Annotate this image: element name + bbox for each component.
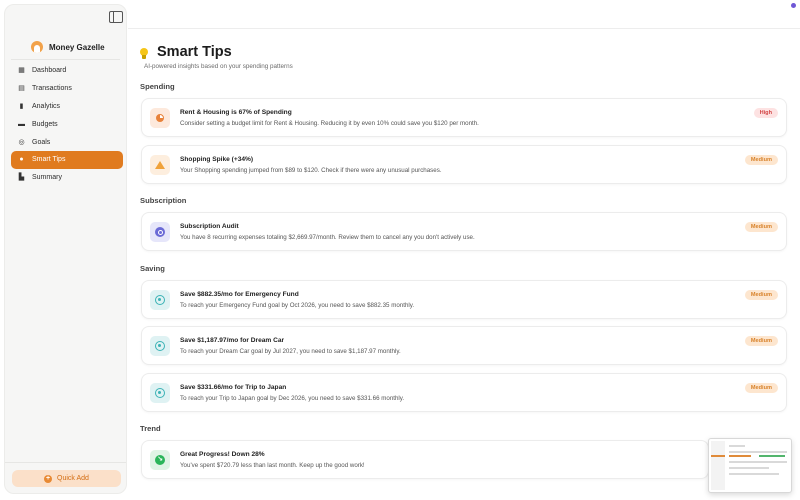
sidebar-toggle-icon[interactable] bbox=[109, 11, 123, 23]
thumbnail-line bbox=[759, 455, 785, 457]
gazelle-logo-icon bbox=[31, 41, 43, 53]
wallet-icon: ▬ bbox=[18, 120, 25, 128]
thumbnail-line bbox=[711, 455, 725, 457]
lightbulb-icon: ● bbox=[19, 156, 24, 164]
thumbnail-line bbox=[729, 445, 745, 447]
sidebar-item-label: Transactions bbox=[32, 85, 72, 93]
thumbnail-sidebar bbox=[711, 441, 725, 490]
priority-badge: Medium bbox=[744, 383, 778, 393]
sidebar: Money Gazelle ▦ Dashboard ▤ Transactions… bbox=[4, 4, 127, 494]
priority-badge: Medium bbox=[744, 222, 778, 232]
tip-card[interactable]: Save $882.35/mo for Emergency Fund To re… bbox=[141, 280, 787, 319]
tip-card[interactable]: Subscription Audit You have 8 recurring … bbox=[141, 212, 787, 251]
tip-title: Rent & Housing is 67% of Spending bbox=[180, 109, 292, 116]
grid-icon: ▦ bbox=[18, 67, 25, 75]
divider bbox=[5, 462, 126, 463]
tip-description: You have 8 recurring expenses totaling $… bbox=[180, 234, 475, 241]
priority-badge: Medium bbox=[744, 336, 778, 346]
section-title-spending: Spending bbox=[140, 82, 175, 91]
section-title-subscription: Subscription bbox=[140, 196, 187, 205]
sidebar-item-label: Budgets bbox=[32, 120, 58, 128]
priority-badge: Medium bbox=[744, 155, 778, 165]
tip-title: Shopping Spike (+34%) bbox=[180, 156, 254, 163]
section-title-trend: Trend bbox=[140, 424, 161, 433]
pie-chart-icon bbox=[150, 108, 170, 128]
tip-description: Consider setting a budget limit for Rent… bbox=[180, 120, 479, 127]
sidebar-item-budgets[interactable]: ▬ Budgets bbox=[11, 115, 123, 133]
bar-chart-icon: ▮ bbox=[19, 102, 24, 110]
sidebar-item-analytics[interactable]: ▮ Analytics bbox=[11, 98, 123, 116]
sidebar-item-label: Summary bbox=[32, 174, 62, 182]
sidebar-item-goals[interactable]: ◎ Goals bbox=[11, 133, 123, 151]
app-name: Money Gazelle bbox=[49, 42, 105, 52]
thumbnail-line bbox=[729, 461, 787, 463]
thumbnail-line bbox=[729, 455, 751, 457]
thumbnail-line bbox=[729, 467, 769, 469]
sidebar-item-summary[interactable]: ▙ Summary bbox=[11, 169, 123, 187]
receipt-icon: ▤ bbox=[18, 85, 25, 93]
page-subtitle: AI-powered insights based on your spendi… bbox=[144, 63, 293, 70]
status-dot-icon bbox=[791, 3, 796, 8]
divider bbox=[11, 59, 120, 60]
target-icon bbox=[150, 290, 170, 310]
sidebar-item-transactions[interactable]: ▤ Transactions bbox=[11, 80, 123, 98]
tip-card[interactable]: Shopping Spike (+34%) Your Shopping spen… bbox=[141, 145, 787, 184]
tip-title: Save $331.66/mo for Trip to Japan bbox=[180, 384, 287, 391]
lightbulb-icon bbox=[140, 48, 148, 59]
target-icon bbox=[150, 383, 170, 403]
screenshot-thumbnail[interactable] bbox=[708, 438, 792, 493]
thumbnail-line bbox=[729, 451, 787, 453]
sidebar-item-dashboard[interactable]: ▦ Dashboard bbox=[11, 62, 123, 80]
sidebar-item-label: Analytics bbox=[32, 102, 61, 110]
tip-card[interactable]: Save $1,187.97/mo for Dream Car To reach… bbox=[141, 326, 787, 365]
tip-description: You've spent $720.79 less than last mont… bbox=[180, 462, 365, 469]
sidebar-item-label: Dashboard bbox=[32, 67, 67, 75]
priority-badge: High bbox=[753, 108, 778, 118]
target-icon bbox=[150, 336, 170, 356]
quick-add-label: Quick Add bbox=[57, 475, 89, 482]
sidebar-item-smart-tips[interactable]: ● Smart Tips bbox=[11, 150, 123, 169]
thumbnail-line bbox=[729, 473, 779, 475]
quick-add-button[interactable]: + Quick Add bbox=[12, 470, 121, 487]
tip-title: Subscription Audit bbox=[180, 223, 239, 230]
section-title-saving: Saving bbox=[140, 264, 165, 273]
priority-badge: Medium bbox=[744, 290, 778, 300]
page-title: Smart Tips bbox=[157, 44, 232, 60]
brand: Money Gazelle bbox=[31, 41, 105, 53]
warning-icon bbox=[150, 155, 170, 175]
tip-card[interactable]: Save $331.66/mo for Trip to Japan To rea… bbox=[141, 373, 787, 412]
subscription-icon bbox=[150, 222, 170, 242]
plus-icon: + bbox=[44, 474, 53, 483]
tip-title: Great Progress! Down 28% bbox=[180, 451, 265, 458]
tip-description: To reach your Emergency Fund goal by Oct… bbox=[180, 302, 415, 309]
trend-down-icon: ↘ bbox=[150, 450, 170, 470]
sidebar-item-label: Smart Tips bbox=[32, 156, 66, 164]
tip-description: To reach your Dream Car goal by Jul 2027… bbox=[180, 348, 401, 355]
tip-card[interactable]: ↘ Great Progress! Down 28% You've spent … bbox=[141, 440, 709, 479]
tip-title: Save $882.35/mo for Emergency Fund bbox=[180, 291, 299, 298]
target-icon: ◎ bbox=[18, 138, 25, 146]
toolbar-divider bbox=[128, 28, 800, 29]
tip-description: Your Shopping spending jumped from $89 t… bbox=[180, 167, 442, 174]
tip-title: Save $1,187.97/mo for Dream Car bbox=[180, 337, 285, 344]
document-icon: ▙ bbox=[18, 174, 25, 182]
sidebar-nav: ▦ Dashboard ▤ Transactions ▮ Analytics ▬… bbox=[11, 62, 123, 187]
tip-card[interactable]: Rent & Housing is 67% of Spending Consid… bbox=[141, 98, 787, 137]
tip-description: To reach your Trip to Japan goal by Dec … bbox=[180, 395, 405, 402]
sidebar-item-label: Goals bbox=[32, 138, 51, 146]
